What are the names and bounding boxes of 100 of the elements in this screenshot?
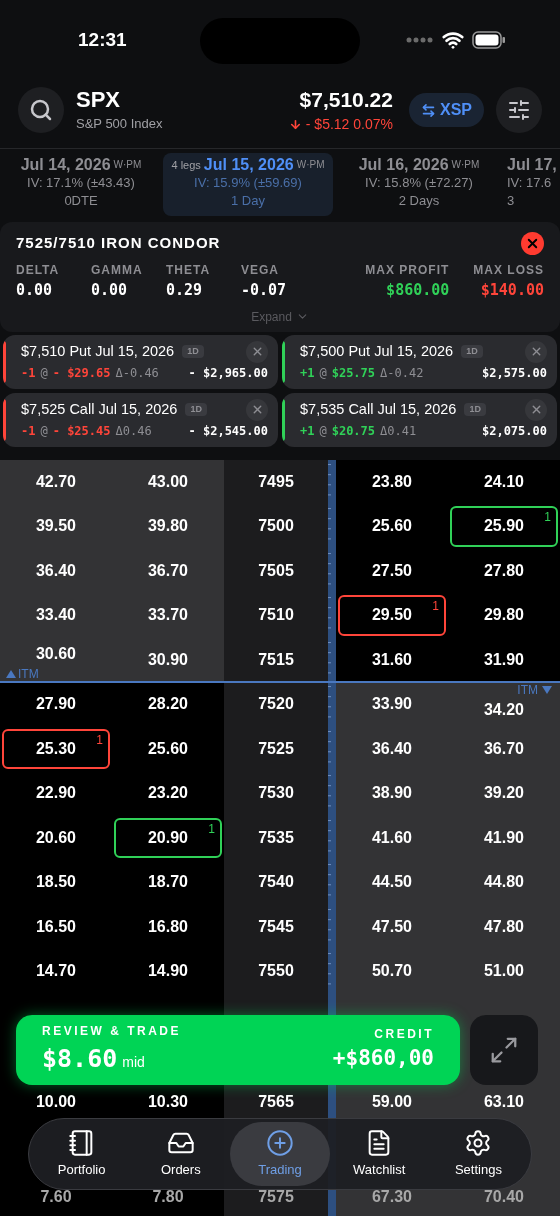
leg-title: $7,500 Put Jul 15, 2026 — [300, 341, 454, 361]
settings-icon — [464, 1128, 493, 1157]
quote-cell[interactable]: 36.70 — [114, 550, 222, 591]
leg-count: 1 — [544, 509, 551, 526]
greek-label: DELTA — [16, 262, 61, 279]
quote-cell[interactable]: 44.50 — [338, 862, 446, 903]
close-button[interactable] — [521, 232, 544, 255]
quote-cell[interactable]: 47.50 — [338, 906, 446, 947]
quote-cell[interactable]: 38.90 — [338, 773, 446, 814]
leg-count: 1 — [208, 820, 215, 838]
close-icon — [525, 236, 540, 251]
quote-cell[interactable]: 33.70 — [114, 595, 222, 636]
quote-cell[interactable]: 18.50 — [2, 862, 110, 903]
index-price: $7,510.22 — [299, 86, 393, 113]
quote-cell[interactable]: 30.90 — [114, 639, 222, 680]
quote-cell[interactable]: 29.50 1 — [338, 595, 446, 636]
quote-cell[interactable]: 27.50 — [338, 550, 446, 591]
quote-cell[interactable]: 20.90 1 — [114, 817, 222, 858]
strike-price: 7505 — [258, 560, 294, 581]
leg-quantity: -1 — [21, 422, 36, 440]
quote-cell[interactable]: 22.90 — [2, 773, 110, 814]
quote-cell[interactable]: 25.90 1 — [450, 506, 558, 547]
tab-bar-item[interactable]: Trading — [230, 1122, 330, 1186]
quote-price: 10.30 — [147, 1091, 188, 1112]
quote-cell[interactable]: 50.70 — [338, 951, 446, 992]
tab-bar-item[interactable]: Portfolio — [32, 1122, 132, 1186]
quote-cell[interactable]: 27.80 — [450, 550, 558, 591]
plus-circle-icon — [266, 1128, 294, 1157]
symbol-title: SPX — [76, 86, 122, 115]
tab-bar-item[interactable]: Watchlist — [329, 1122, 429, 1186]
greek-label: VEGA — [241, 262, 280, 279]
quote-cell[interactable]: 31.90 — [450, 639, 558, 680]
swap-icon — [421, 102, 436, 118]
tab-bar-item[interactable]: Orders — [131, 1122, 231, 1186]
quote-cell[interactable]: 14.70 — [2, 951, 110, 992]
switch-symbol-button[interactable]: XSP — [409, 93, 484, 127]
quote-cell[interactable]: 36.40 — [338, 728, 446, 769]
at-sign: @ — [319, 422, 327, 440]
quote-cell[interactable]: 27.90 — [2, 684, 110, 725]
greek-value: -0.07 — [241, 280, 288, 301]
at-sign: @ — [40, 364, 48, 382]
quote-cell[interactable]: 25.60 — [338, 506, 446, 547]
strike-price: 7565 — [258, 1091, 294, 1112]
expiry-badge: 1D — [182, 344, 204, 359]
quote-cell[interactable]: 31.60 — [338, 639, 446, 680]
quote-cell[interactable]: 14.90 — [114, 951, 222, 992]
quote-cell[interactable]: 16.80 — [114, 906, 222, 947]
limit-label: MAX PROFIT — [365, 262, 450, 279]
expiration-tab[interactable]: Jul 16, 2026 W·PM IV: 15.8% (±72.27) 2 Days — [335, 153, 503, 216]
quote-cell[interactable]: 34.20 — [450, 696, 558, 725]
quote-cell[interactable]: 44.80 — [450, 862, 558, 903]
quote-cell[interactable]: 47.80 — [450, 906, 558, 947]
quote-cell[interactable]: 29.80 — [450, 595, 558, 636]
tab-bar-item[interactable]: Settings — [428, 1122, 528, 1186]
quote-cell[interactable]: 42.70 — [2, 461, 110, 502]
remove-leg-button[interactable] — [246, 398, 268, 421]
quote-cell[interactable]: 33.90 — [338, 684, 446, 725]
quote-cell[interactable]: 24.10 — [450, 461, 558, 502]
wifi-icon — [442, 29, 464, 51]
expiration-tab[interactable]: Jul 14, 2026 W·PM IV: 17.1% (±43.43) 0DTE — [1, 153, 161, 216]
quote-cell[interactable]: 16.50 — [2, 906, 110, 947]
quote-cell[interactable]: 39.20 — [450, 773, 558, 814]
quote-cell[interactable]: 25.60 — [114, 728, 222, 769]
quote-cell[interactable]: 18.70 — [114, 862, 222, 903]
quote-cell[interactable]: 25.30 1 — [2, 728, 110, 769]
quote-cell[interactable]: 41.60 — [338, 817, 446, 858]
quote-cell[interactable]: 33.40 — [2, 595, 110, 636]
quote-cell[interactable]: 39.80 — [114, 506, 222, 547]
strike-price: 7530 — [258, 783, 294, 804]
quote-cell[interactable]: 23.80 — [338, 461, 446, 502]
leg-count: 1 — [432, 598, 439, 615]
quote-cell[interactable]: 41.90 — [450, 817, 558, 858]
remove-leg-button[interactable] — [525, 340, 547, 363]
remove-leg-button[interactable] — [525, 398, 547, 421]
price-change: - $5.12 0.07% — [305, 114, 393, 134]
strike-price: 7545 — [258, 916, 294, 937]
quote-cell[interactable]: 30.60 — [2, 639, 110, 668]
expiry-badge: 1D — [464, 402, 486, 417]
quote-cell[interactable]: 51.00 — [450, 951, 558, 992]
greek-label: THETA — [166, 262, 212, 279]
battery-icon — [472, 31, 506, 49]
quote-cell[interactable]: 39.50 — [2, 506, 110, 547]
greek-label: GAMMA — [91, 262, 144, 279]
quote-cell[interactable]: 36.40 — [2, 550, 110, 591]
search-button[interactable] — [18, 87, 64, 133]
quote-cell[interactable]: 28.20 — [114, 684, 222, 725]
expiration-tab[interactable]: Jul 17, IV: 17.6 3 — [505, 153, 559, 216]
status-time: 12:31 — [78, 27, 127, 52]
filter-button[interactable] — [496, 87, 542, 133]
quote-cell[interactable]: 23.20 — [114, 773, 222, 814]
strike-price: 7575 — [258, 1186, 294, 1207]
expiration-tab[interactable]: 4 legs Jul 15, 2026 W·PM IV: 15.9% (±59.69) 1 Day — [163, 153, 333, 216]
greek-value: 0.00 — [91, 280, 129, 301]
strike-price: 7500 — [258, 516, 294, 537]
quote-cell[interactable]: 43.00 — [114, 461, 222, 502]
itm-label: ITM — [517, 684, 538, 696]
quote-cell[interactable]: 20.60 — [2, 817, 110, 858]
quote-cell[interactable]: 36.70 — [450, 728, 558, 769]
remove-leg-button[interactable] — [246, 340, 268, 363]
fullscreen-button[interactable] — [470, 1015, 538, 1085]
